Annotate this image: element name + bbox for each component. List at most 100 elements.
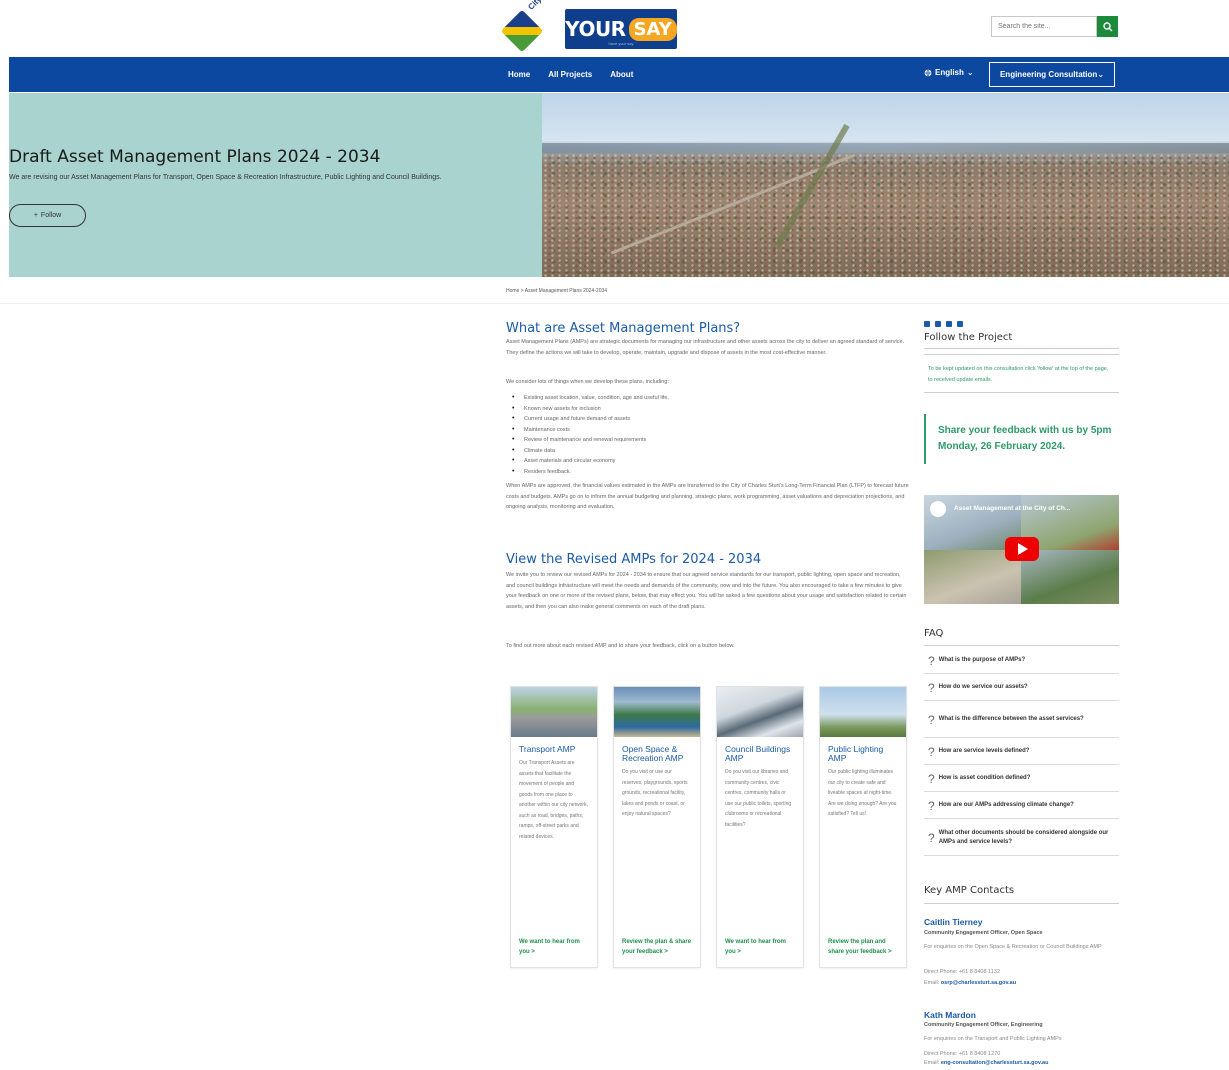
list-item: Review of maintenance and renewal requir… xyxy=(512,435,669,446)
card-link[interactable]: We want to hear from you > xyxy=(519,937,589,957)
email-label: Email: xyxy=(924,980,940,986)
faq-item[interactable]: ? What other documents should be conside… xyxy=(924,820,1119,856)
social-share-icons xyxy=(924,321,963,327)
card-title: Transport AMP xyxy=(519,744,576,754)
divider xyxy=(924,645,1119,646)
card-open-space-amp[interactable]: Open Space & Recreation AMP Do you visit… xyxy=(613,686,701,968)
faq-item[interactable]: ? What is the difference between the ass… xyxy=(924,702,1119,738)
email-icon[interactable] xyxy=(957,321,963,327)
section-heading-view-revised: View the Revised AMPs for 2024 - 2034 xyxy=(506,552,762,567)
question-icon: ? xyxy=(928,712,935,727)
paragraph-consider: We consider lots of things when we devel… xyxy=(506,379,669,385)
contacts-heading: Key AMP Contacts xyxy=(924,885,1015,896)
faq-item[interactable]: ? How is asset condition defined? xyxy=(924,766,1119,792)
nav-about[interactable]: About xyxy=(610,70,633,79)
linkedin-icon[interactable] xyxy=(935,321,941,327)
breadcrumb[interactable]: Home > Asset Management Plans 2024-2034 xyxy=(506,288,607,294)
nav-all-projects[interactable]: All Projects xyxy=(548,70,592,79)
card-image xyxy=(511,687,597,737)
faq-item[interactable]: ? How do we service our assets? xyxy=(924,675,1119,701)
search-button[interactable] xyxy=(1097,16,1118,37)
nav-home[interactable]: Home xyxy=(508,70,530,79)
card-link[interactable]: We want to hear from you > xyxy=(725,937,795,957)
email-link[interactable]: osrp@charlessturt.sa.gov.au xyxy=(941,980,1016,986)
chevron-down-icon: ⌄ xyxy=(966,68,974,77)
follow-label: Follow xyxy=(40,212,62,219)
email-label: Email: xyxy=(924,1060,940,1066)
video-player[interactable]: Asset Management at the City of Ch... xyxy=(924,495,1119,604)
contact-phone: Direct Phone: +61 8 8408 1270 xyxy=(924,1051,1001,1057)
play-icon[interactable] xyxy=(1005,537,1039,561)
yoursay-say: SAY xyxy=(628,17,677,41)
question-icon: ? xyxy=(928,744,935,759)
contact-phone: Direct Phone: +61 8 8408 1132 xyxy=(924,969,1000,975)
list-item: Maintenance costs xyxy=(512,425,669,436)
hero-subtitle: We are revising our Asset Management Pla… xyxy=(9,174,442,181)
card-title: Public Lighting AMP xyxy=(828,744,884,763)
engineering-label: Engineering Consultation xyxy=(999,70,1098,79)
yoursay-tagline: have your say xyxy=(608,41,634,46)
faq-question: What other documents should be considere… xyxy=(938,829,1109,845)
hero-image xyxy=(542,93,1229,277)
engineering-consultation-dropdown[interactable]: Engineering Consultation ⌄ xyxy=(989,62,1115,87)
card-image xyxy=(820,687,906,737)
question-icon: ? xyxy=(928,830,935,845)
card-text: Our public lighting illuminates our city… xyxy=(828,769,897,817)
faq-question: How are service levels defined? xyxy=(938,748,1030,754)
faq-item[interactable]: ? How are our AMPs addressing climate ch… xyxy=(924,793,1119,819)
contact-role: Community Engagement Officer, Engineerin… xyxy=(924,1022,1043,1028)
divider xyxy=(924,903,1119,904)
city-logo-mark xyxy=(500,9,544,53)
paragraph-invite: We invite you to review our revised AMPs… xyxy=(506,572,907,610)
plus-icon: + xyxy=(33,212,38,219)
faq-heading: FAQ xyxy=(924,628,944,639)
faq-question: What is the purpose of AMPs? xyxy=(938,657,1026,663)
divider xyxy=(924,354,1119,355)
video-title: Asset Management at the City of Ch... xyxy=(954,505,1071,512)
city-logo[interactable]: City of Charles Sturt xyxy=(500,0,587,53)
globe-icon xyxy=(924,69,932,77)
page: City of Charles Sturt YOUR SAY have your… xyxy=(0,0,1229,1070)
facebook-icon[interactable] xyxy=(924,321,930,327)
hero-hills xyxy=(542,143,1229,153)
question-icon: ? xyxy=(928,798,935,813)
language-selector[interactable]: English ⌄ xyxy=(924,68,974,77)
divider xyxy=(924,348,1119,349)
faq-question: How is asset condition defined? xyxy=(938,775,1031,781)
language-label: English xyxy=(935,68,964,77)
card-image xyxy=(717,687,803,737)
list-item: Climate data xyxy=(512,446,669,457)
question-icon: ? xyxy=(928,680,935,695)
contact-name: Caitlin Tierney xyxy=(924,917,983,927)
yoursay-logo[interactable]: YOUR SAY have your say xyxy=(565,9,677,49)
question-icon: ? xyxy=(928,653,935,668)
faq-item[interactable]: ? What is the purpose of AMPs? xyxy=(924,648,1119,674)
card-link[interactable]: Review the plan & share your feedback > xyxy=(622,937,692,957)
search-input[interactable] xyxy=(991,16,1097,37)
yoursay-your: YOUR xyxy=(565,17,626,41)
contact-role: Community Engagement Officer, Open Space xyxy=(924,930,1043,936)
faq-question: How do we service our assets? xyxy=(938,684,1028,690)
email-link[interactable]: eng-consultation@charlessturt.sa.gov.au xyxy=(941,1060,1049,1066)
card-link[interactable]: Review the plan and share your feedback … xyxy=(828,937,898,957)
faq-question: What is the difference between the asset… xyxy=(938,716,1084,722)
divider xyxy=(924,392,1119,393)
channel-logo xyxy=(930,501,946,517)
contact-email: Email: osrp@charlessturt.sa.gov.au xyxy=(924,980,1016,986)
list-item: Known new assets for inclusion xyxy=(512,404,669,415)
divider xyxy=(0,303,1229,304)
contact-description: For enquiries on the Transport and Publi… xyxy=(924,1036,1062,1042)
page-title: Draft Asset Management Plans 2024 - 2034 xyxy=(9,147,381,167)
card-transport-amp[interactable]: Transport AMP Our Transport Assets are a… xyxy=(510,686,598,968)
follow-button[interactable]: + Follow xyxy=(9,204,86,227)
list-item: Existing asset location, value, conditio… xyxy=(512,393,669,404)
follow-project-text: To be kept updated on this consultation … xyxy=(928,366,1109,383)
hero-suburbs xyxy=(542,153,1229,277)
card-image xyxy=(614,687,700,737)
card-title: Council Buildings AMP xyxy=(725,744,791,763)
considerations-list: Existing asset location, value, conditio… xyxy=(512,393,669,477)
faq-item[interactable]: ? How are service levels defined? xyxy=(924,739,1119,765)
card-council-buildings-amp[interactable]: Council Buildings AMP Do you visit our l… xyxy=(716,686,804,968)
x-icon[interactable] xyxy=(946,321,952,327)
card-public-lighting-amp[interactable]: Public Lighting AMP Our public lighting … xyxy=(819,686,907,968)
